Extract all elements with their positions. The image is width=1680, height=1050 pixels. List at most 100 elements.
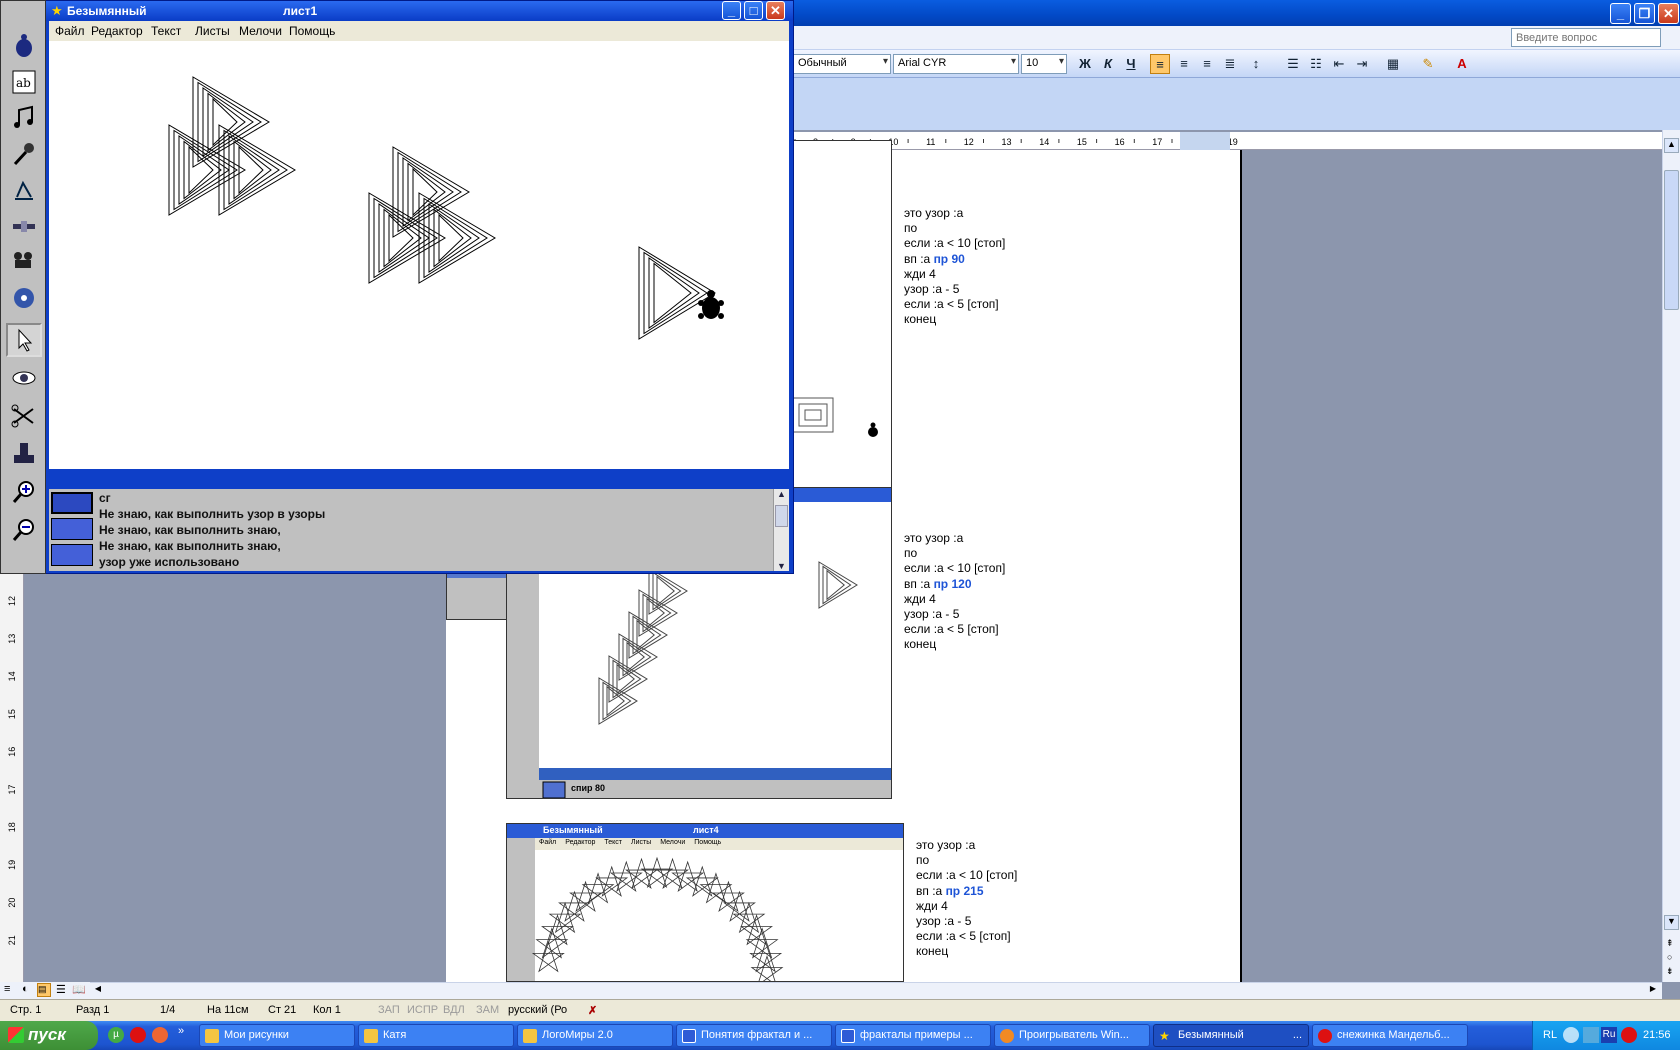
font-color-icon[interactable]: A (1452, 54, 1472, 74)
task-katya[interactable]: Катя (358, 1024, 514, 1047)
camera-tool-icon[interactable] (6, 245, 42, 279)
word-close-button[interactable]: ✕ (1658, 3, 1679, 24)
decrease-indent-icon[interactable]: ⇤ (1329, 54, 1349, 74)
task-my-pictures[interactable]: Мои рисунки (199, 1024, 355, 1047)
task-word-doc-2[interactable]: фракталы примеры ... (835, 1024, 991, 1047)
task-logomiry-folder[interactable]: ЛогоМиры 2.0 (517, 1024, 673, 1047)
numbered-list-icon[interactable]: ☰ (1283, 54, 1303, 74)
tray-opera-icon[interactable] (1621, 1027, 1637, 1043)
music-tool-icon[interactable] (6, 101, 42, 135)
outline-view-icon[interactable]: ☰ (56, 983, 66, 996)
status-rec[interactable]: ЗАП (378, 1004, 400, 1016)
logomiry-close-button[interactable]: ✕ (766, 1, 785, 20)
cd-tool-icon[interactable] (6, 281, 42, 315)
print-layout-icon[interactable]: ▤ (37, 983, 51, 997)
utorrent-icon[interactable]: µ (108, 1027, 124, 1043)
tray-kbd[interactable]: Ru (1601, 1027, 1617, 1043)
painter-tool-icon[interactable] (6, 173, 42, 207)
next-page-icon[interactable]: ⇟ (1666, 966, 1674, 977)
scroll-down-icon[interactable]: ▼ (1664, 915, 1679, 930)
bold-button[interactable]: Ж (1075, 54, 1095, 74)
pointer-tool-icon[interactable] (6, 323, 42, 357)
task-logomiry[interactable]: ★ Безымянный... (1153, 1024, 1309, 1047)
horizontal-scrollbar[interactable]: ◀ ▶ (90, 982, 1662, 999)
line-spacing-icon[interactable]: ↕ (1246, 54, 1266, 74)
browse-object-icon[interactable]: ○ (1667, 952, 1672, 962)
align-right-icon[interactable]: ≡ (1197, 54, 1217, 74)
status-trk[interactable]: ИСПР (407, 1004, 438, 1016)
pattern-triangle (212, 97, 238, 147)
prev-page-icon[interactable]: ⇞ (1666, 938, 1674, 949)
status-ovr[interactable]: ЗАМ (476, 1004, 499, 1016)
justify-icon[interactable]: ≣ (1220, 54, 1240, 74)
command-center[interactable]: сг Не знаю, как выполнить узор в узоры Н… (49, 489, 789, 571)
status-ext[interactable]: ВДЛ (443, 1004, 465, 1016)
ask-question-input[interactable] (1511, 28, 1661, 47)
highlight-icon[interactable]: ✎ (1418, 54, 1438, 74)
spelling-status-icon[interactable]: ✗ (588, 1004, 597, 1017)
tray-arrow-icon[interactable] (1563, 1027, 1579, 1043)
bullet-list-icon[interactable]: ☷ (1306, 54, 1326, 74)
scroll-right-icon[interactable]: ▶ (1646, 984, 1660, 998)
word-minimize-button[interactable]: _ (1610, 3, 1631, 24)
eye-tool-icon[interactable] (6, 361, 42, 395)
menu-sheets[interactable]: Листы (195, 24, 230, 38)
pet-icon[interactable] (51, 518, 93, 540)
underline-button[interactable]: Ч (1121, 54, 1141, 74)
italic-button[interactable]: К (1098, 54, 1118, 74)
code-line: узор :а - 5 (916, 914, 972, 929)
menu-editor[interactable]: Редактор (91, 24, 143, 38)
pattern-triangle (207, 92, 246, 152)
zoom-out-tool-icon[interactable] (6, 513, 42, 547)
word-restore-button[interactable]: ❐ (1634, 3, 1655, 24)
menu-misc[interactable]: Мелочи (239, 24, 282, 38)
scroll-up-icon[interactable]: ▲ (774, 489, 789, 499)
text-tool-icon[interactable]: ab (6, 65, 42, 99)
logomiry-splitter[interactable] (45, 471, 793, 489)
zoom-in-tool-icon[interactable] (6, 475, 42, 509)
scroll-up-icon[interactable]: ▲ (1664, 138, 1679, 153)
ruler-number: 13 (1002, 137, 1012, 147)
menu-help[interactable]: Помощь (289, 24, 335, 38)
scissors-tool-icon[interactable] (6, 399, 42, 433)
task-opera-snowflake[interactable]: снежинка Мандельб... (1312, 1024, 1468, 1047)
scroll-thumb[interactable] (775, 505, 788, 527)
horizontal-ruler[interactable]: 8910111213141516171819 (793, 132, 1680, 150)
command-scrollbar[interactable]: ▲ ▼ (773, 489, 789, 571)
scroll-down-icon[interactable]: ▼ (774, 561, 789, 571)
turtle-tool-icon[interactable] (6, 29, 42, 63)
borders-icon[interactable]: ▦ (1383, 54, 1403, 74)
slider-tool-icon[interactable] (6, 209, 42, 243)
microphone-tool-icon[interactable] (6, 137, 42, 171)
command-center-icon[interactable] (51, 492, 93, 514)
increase-indent-icon[interactable]: ⇥ (1352, 54, 1372, 74)
scroll-left-icon[interactable]: ◀ (91, 984, 105, 998)
shot-star (749, 941, 783, 973)
logomiry-maximize-button[interactable]: □ (744, 1, 763, 20)
stamp-tool-icon[interactable] (6, 437, 42, 471)
logomiry-minimize-button[interactable]: _ (722, 1, 741, 20)
shot-star (531, 941, 565, 973)
task-word-doc-1[interactable]: Понятия фрактал и ... (676, 1024, 832, 1047)
logomiry-canvas[interactable] (49, 41, 789, 469)
start-button[interactable]: пуск (0, 1021, 98, 1050)
task-media-player[interactable]: Проигрыватель Win... (994, 1024, 1150, 1047)
brush-icon[interactable] (51, 544, 93, 566)
font-combo[interactable]: Arial CYR (893, 54, 1019, 74)
scroll-thumb[interactable] (1664, 170, 1679, 310)
menu-text[interactable]: Текст (151, 24, 181, 38)
align-left-icon[interactable]: ≡ (1150, 54, 1170, 74)
align-center-icon[interactable]: ≡ (1174, 54, 1194, 74)
style-combo[interactable]: Обычный (793, 54, 891, 74)
reading-view-icon[interactable]: 📖 (72, 983, 86, 996)
tray-lang[interactable]: RL (1543, 1029, 1557, 1041)
tray-network-icon[interactable] (1583, 1027, 1599, 1043)
web-view-icon[interactable]: ◐ (22, 983, 29, 995)
quicklaunch-more-icon[interactable]: » (178, 1025, 184, 1037)
firefox-icon[interactable] (152, 1027, 168, 1043)
menu-file[interactable]: Файл (55, 24, 85, 38)
vertical-scrollbar[interactable]: ▲ ▼ ⇞ ○ ⇟ (1662, 130, 1680, 982)
normal-view-icon[interactable]: ≡ (4, 983, 10, 995)
font-size-combo[interactable]: 10 (1021, 54, 1067, 74)
opera-icon[interactable] (130, 1027, 146, 1043)
